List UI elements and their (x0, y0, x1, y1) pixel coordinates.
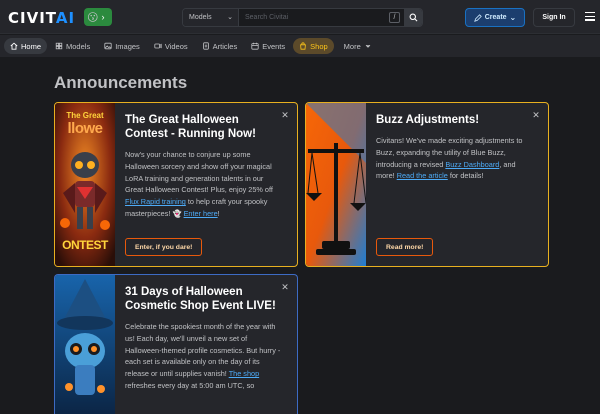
calendar-icon (251, 42, 259, 50)
nav-item-articles[interactable]: Articles (196, 38, 244, 54)
nav-item-videos[interactable]: Videos (148, 38, 194, 54)
art-text-top: The Great (66, 111, 104, 120)
chevron-down-icon: ⌄ (227, 14, 233, 21)
chevron-right-icon: › (101, 12, 105, 22)
user-emoji-badge[interactable]: 😗 › (84, 8, 112, 26)
enter-here-link[interactable]: Enter here (184, 209, 218, 218)
search-scope-select[interactable]: Models ⌄ (183, 9, 239, 26)
art-text-mid: llowe (67, 120, 103, 137)
witch-robot-illustration (55, 275, 115, 414)
nav-item-events[interactable]: Events (245, 38, 291, 54)
page-title: Announcements (54, 73, 188, 92)
enter-contest-button[interactable]: Enter, if you dare! (125, 238, 203, 256)
home-icon (10, 42, 18, 50)
halloween-contest-image: The Great llowe ONTEST (55, 103, 115, 266)
menu-icon[interactable] (585, 12, 595, 22)
card-body: Buzz Adjustments! Civitans! We've made e… (376, 113, 534, 182)
main-nav: Home Models Images Videos Articles Event… (0, 35, 600, 57)
nav-item-home[interactable]: Home (4, 38, 48, 54)
close-icon[interactable]: ✕ (280, 282, 290, 292)
cosmetic-shop-image (55, 275, 115, 414)
card-body: 31 Days of Halloween Cosmetic Shop Event… (125, 285, 283, 392)
read-more-button[interactable]: Read more! (376, 238, 434, 256)
chevron-down-icon: ⌄ (509, 13, 517, 22)
card-title: The Great Halloween Contest - Running No… (125, 114, 256, 140)
civitai-logo[interactable]: CIVITAI (8, 9, 75, 27)
card-title: Buzz Adjustments! (376, 114, 480, 126)
the-shop-link[interactable]: The shop (229, 369, 259, 378)
search-icon (409, 13, 417, 22)
card-text: Civitans! We've made exciting adjustment… (376, 136, 523, 181)
nav-item-shop[interactable]: Shop (293, 38, 334, 54)
photo-icon (104, 42, 112, 50)
buzz-dashboard-link[interactable]: Buzz Dashboard (445, 160, 499, 169)
search-shortcut-key: / (389, 12, 400, 23)
announcement-card-cosmetic-shop: 31 Days of Halloween Cosmetic Shop Event… (54, 274, 298, 414)
close-icon[interactable]: ✕ (280, 110, 290, 120)
read-the-article-link[interactable]: Read the article (397, 171, 448, 180)
search-input[interactable]: Search Civitai / (239, 9, 404, 26)
pencil-icon (473, 13, 482, 22)
card-body: The Great Halloween Contest - Running No… (125, 113, 283, 220)
buzz-scales-image (306, 103, 367, 266)
shopping-bag-icon (300, 42, 306, 50)
card-text: Now's your chance to conjure up some Hal… (125, 150, 273, 218)
layers-icon (55, 42, 63, 50)
close-icon[interactable]: ✕ (531, 110, 541, 120)
card-title: 31 Days of Halloween Cosmetic Shop Event… (125, 286, 276, 312)
card-text: Celebrate the spookiest month of the yea… (125, 322, 281, 390)
create-button[interactable]: Create ⌄ (465, 8, 525, 27)
file-icon (202, 42, 209, 50)
nav-item-images[interactable]: Images (98, 38, 146, 54)
scales-illustration (306, 103, 367, 266)
sign-in-button[interactable]: Sign In (533, 8, 575, 27)
top-bar: CIVITAI 😗 › Models ⌄ Search Civitai / Crea… (0, 0, 600, 34)
nav-item-models[interactable]: Models (49, 38, 96, 54)
emoji-icon: 😗 (87, 11, 99, 24)
chevron-down-icon (365, 44, 371, 48)
flux-rapid-training-link[interactable]: Flux Rapid training (125, 197, 186, 206)
art-text-bottom: ONTEST (62, 238, 108, 252)
announcement-card-buzz: Buzz Adjustments! Civitans! We've made e… (305, 102, 549, 267)
search-button[interactable] (404, 9, 422, 26)
nav-item-more[interactable]: More (338, 38, 378, 54)
announcement-card-halloween-contest: The Great llowe ONTEST The Great Hallowe… (54, 102, 298, 267)
video-icon (154, 43, 162, 49)
search-bar: Models ⌄ Search Civitai / (182, 8, 423, 27)
